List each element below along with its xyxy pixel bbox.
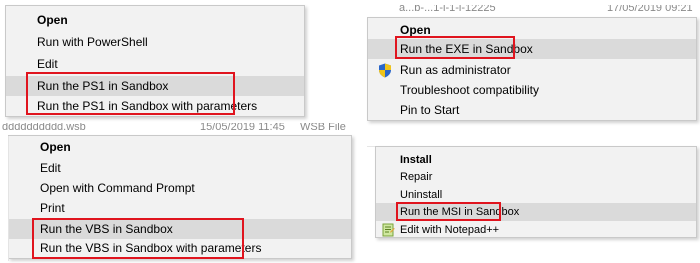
menu-item-uninstall[interactable]: Uninstall (376, 185, 696, 205)
background-file-list-edge (0, 136, 9, 261)
menu-item-label: Pin to Start (400, 103, 460, 117)
menu-item-run-ps1-in-sandbox[interactable]: Run the PS1 in Sandbox (6, 76, 304, 96)
menu-item-run-vbs-in-sandbox-with-parameters[interactable]: Run the VBS in Sandbox with parameters (9, 238, 351, 258)
menu-item-label: Uninstall (400, 189, 443, 201)
menu-item-run-exe-in-sandbox[interactable]: Run the EXE in Sandbox (368, 39, 696, 59)
background-file-date: 17/05/2019 09:21 (607, 5, 693, 14)
menu-item-label: Run the EXE in Sandbox (400, 42, 533, 56)
menu-item-print[interactable]: Print (9, 198, 351, 218)
exe-context-menu: Open Run the EXE in Sandbox Run as admin… (367, 17, 697, 121)
menu-item-label: Run the VBS in Sandbox with parameters (40, 241, 262, 255)
background-file-name: dddddddddd.wsb (2, 123, 86, 133)
background-file-row-exe: a...b-...1-l-1-l-12225 17/05/2019 09:21 (367, 5, 697, 17)
ps1-context-menu: Open Run with PowerShell Edit Run the PS… (5, 5, 305, 117)
menu-item-label: Run the MSI in Sandbox (400, 206, 520, 218)
menu-item-label: Run the PS1 in Sandbox (37, 79, 169, 93)
menu-item-label: Open (400, 23, 431, 37)
vbs-context-menu: Open Edit Open with Command Prompt Print… (8, 135, 352, 259)
background-file-name: a...b-...1-l-1-l-12225 (399, 5, 496, 14)
menu-item-edit[interactable]: Edit (6, 54, 304, 74)
menu-item-label: Print (40, 201, 65, 215)
menu-item-label: Run the PS1 in Sandbox with parameters (37, 99, 258, 113)
menu-item-label: Open with Command Prompt (40, 181, 195, 195)
menu-item-label: Troubleshoot compatibility (400, 83, 539, 97)
menu-item-run-with-powershell[interactable]: Run with PowerShell (6, 32, 304, 52)
notepad-plus-plus-icon (382, 223, 395, 237)
background-file-date: 15/05/2019 11:45 (200, 123, 285, 133)
menu-item-open[interactable]: Open (368, 20, 696, 40)
menu-item-open-with-command-prompt[interactable]: Open with Command Prompt (9, 178, 351, 198)
menu-item-run-msi-in-sandbox[interactable]: Run the MSI in Sandbox (376, 203, 696, 221)
menu-item-edit-with-notepad-plus-plus[interactable]: Edit with Notepad++ (376, 220, 696, 240)
menu-item-label: Run the VBS in Sandbox (40, 222, 173, 236)
menu-item-label: Edit (40, 161, 61, 175)
menu-item-label: Open (37, 13, 68, 27)
menu-item-label: Edit with Notepad++ (400, 224, 500, 236)
menu-item-label: Repair (400, 171, 433, 183)
menu-item-label: Run as administrator (400, 63, 511, 77)
uac-shield-icon (379, 63, 391, 78)
menu-item-run-as-administrator[interactable]: Run as administrator (368, 60, 696, 80)
menu-item-open[interactable]: Open (9, 137, 351, 157)
menu-item-troubleshoot-compatibility[interactable]: Troubleshoot compatibility (368, 80, 696, 100)
background-file-type: WSB File (300, 123, 346, 133)
menu-item-label: Run with PowerShell (37, 35, 148, 49)
menu-item-pin-to-start[interactable]: Pin to Start (368, 100, 696, 120)
menu-item-run-vbs-in-sandbox[interactable]: Run the VBS in Sandbox (9, 219, 351, 239)
menu-item-open[interactable]: Open (6, 10, 304, 30)
menu-item-run-ps1-in-sandbox-with-parameters[interactable]: Run the PS1 in Sandbox with parameters (6, 96, 304, 116)
menu-item-label: Edit (37, 57, 58, 71)
menu-item-repair[interactable]: Repair (376, 167, 696, 187)
msi-context-menu: Install Repair Uninstall Run the MSI in … (375, 146, 697, 238)
menu-item-label: Open (40, 140, 71, 154)
menu-item-edit[interactable]: Edit (9, 158, 351, 178)
